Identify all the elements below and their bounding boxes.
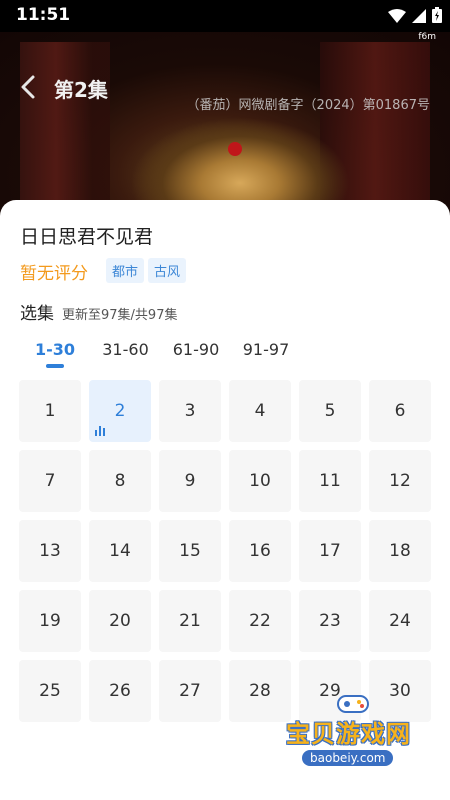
- episode-number: 16: [249, 541, 271, 561]
- watermark-url: baobeiy.com: [302, 750, 394, 766]
- episode-number: 7: [44, 471, 56, 491]
- episode-item[interactable]: 23: [299, 590, 361, 652]
- episode-number: 13: [39, 541, 61, 561]
- episode-item[interactable]: 4: [229, 380, 291, 442]
- genre-tags: 都市 古风: [106, 258, 187, 283]
- rating-text: 暂无评分: [20, 264, 88, 284]
- video-frame-curtain-left: [20, 42, 110, 222]
- episode-item[interactable]: 5: [299, 380, 361, 442]
- episode-item[interactable]: 6: [369, 380, 431, 442]
- episode-item[interactable]: 7: [19, 450, 81, 512]
- episode-item[interactable]: 3: [159, 380, 221, 442]
- episode-number: 17: [319, 541, 341, 561]
- episode-item[interactable]: 25: [19, 660, 81, 722]
- select-label: 选集: [20, 304, 54, 324]
- tab-range-61-90[interactable]: 61-90: [161, 340, 231, 370]
- video-frame-gem: [228, 142, 242, 156]
- back-button[interactable]: [16, 74, 42, 102]
- tab-range-91-97[interactable]: 91-97: [231, 340, 301, 370]
- episode-number: 24: [389, 611, 411, 631]
- episode-title: 第2集: [54, 78, 108, 102]
- wifi-icon: [388, 8, 406, 27]
- episode-item[interactable]: 13: [19, 520, 81, 582]
- episode-item[interactable]: 8: [89, 450, 151, 512]
- episode-number: 26: [109, 681, 131, 701]
- episode-item[interactable]: 12: [369, 450, 431, 512]
- episode-number: 27: [179, 681, 201, 701]
- status-bar: 11:51: [0, 0, 450, 32]
- battery-icon: [432, 7, 442, 27]
- episode-item-current[interactable]: 2: [89, 380, 151, 442]
- episode-item[interactable]: 19: [19, 590, 81, 652]
- status-time: 11:51: [16, 5, 71, 25]
- episode-item[interactable]: 18: [369, 520, 431, 582]
- episode-number: 10: [249, 471, 271, 491]
- episode-number: 14: [109, 541, 131, 561]
- episode-item[interactable]: 27: [159, 660, 221, 722]
- episode-number: 21: [179, 611, 201, 631]
- episode-number: 9: [184, 471, 196, 491]
- episode-item[interactable]: 9: [159, 450, 221, 512]
- episode-item[interactable]: 15: [159, 520, 221, 582]
- episode-grid: 1 2 3 4 5 6 7 8 9 10 11 12 13 14 15 16 17 18 19 20 21 22 23 24 2…: [19, 380, 431, 722]
- episode-number: 3: [184, 401, 196, 421]
- episode-number: 22: [249, 611, 271, 631]
- episode-number: 20: [109, 611, 131, 631]
- episode-item[interactable]: 14: [89, 520, 151, 582]
- episode-item[interactable]: 11: [299, 450, 361, 512]
- episode-number: 15: [179, 541, 201, 561]
- drama-title: 日日思君不见君: [20, 226, 154, 248]
- episode-number: 5: [324, 401, 336, 421]
- episode-number: 23: [319, 611, 341, 631]
- video-player[interactable]: [0, 32, 450, 222]
- episode-number: 2: [114, 401, 126, 421]
- episode-item[interactable]: 21: [159, 590, 221, 652]
- episode-number: 6: [394, 401, 406, 421]
- episode-item[interactable]: 20: [89, 590, 151, 652]
- watermark-text: 宝贝游戏网: [286, 720, 411, 748]
- episode-select-header: 选集 更新至97集/共97集: [20, 299, 177, 324]
- status-sub-label: f6m: [418, 32, 436, 42]
- episode-item[interactable]: 26: [89, 660, 151, 722]
- playing-icon: [95, 426, 105, 436]
- episode-number: 1: [44, 401, 56, 421]
- episode-sheet: 日日思君不见君 暂无评分 都市 古风 选集 更新至97集/共97集 1-30 3…: [0, 200, 450, 800]
- genre-tag[interactable]: 都市: [106, 258, 145, 283]
- status-icons: [388, 7, 442, 27]
- chevron-left-icon: [16, 75, 40, 104]
- episode-item[interactable]: 10: [229, 450, 291, 512]
- episode-number: 18: [389, 541, 411, 561]
- episode-number: 11: [319, 471, 341, 491]
- episode-item[interactable]: 1: [19, 380, 81, 442]
- tab-range-31-60[interactable]: 31-60: [90, 340, 161, 370]
- episode-item[interactable]: 24: [369, 590, 431, 652]
- episode-item[interactable]: 22: [229, 590, 291, 652]
- episode-number: 19: [39, 611, 61, 631]
- episode-number: 8: [114, 471, 126, 491]
- update-info: 更新至97集/共97集: [62, 308, 178, 323]
- episode-number: 12: [389, 471, 411, 491]
- genre-tag[interactable]: 古风: [148, 258, 187, 283]
- episode-item[interactable]: 17: [299, 520, 361, 582]
- episode-item[interactable]: 16: [229, 520, 291, 582]
- episode-number: 4: [254, 401, 266, 421]
- signal-icon: [412, 8, 426, 27]
- episode-number: 25: [39, 681, 61, 701]
- episode-number: 28: [249, 681, 271, 701]
- tab-range-1-30[interactable]: 1-30: [20, 340, 90, 370]
- watermark-logo: 宝贝游戏网 baobeiy.com: [280, 692, 430, 782]
- license-number: （番茄）网微剧备字（2024）第01867号: [186, 98, 430, 113]
- episode-range-tabs: 1-30 31-60 61-90 91-97: [20, 340, 301, 370]
- gamepad-icon: [336, 692, 370, 714]
